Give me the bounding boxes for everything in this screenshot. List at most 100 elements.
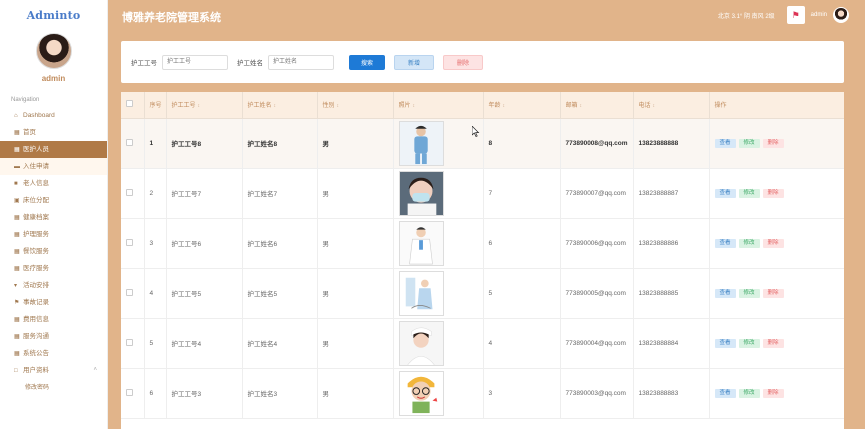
top-bar: 博雅养老院管理系统 北京 3.1° 阴 南风 2级 ⚑ admin [108, 0, 865, 30]
cell-phone: 13823888884 [633, 318, 710, 369]
col-header-email[interactable]: 邮箱 ↕ [560, 92, 634, 119]
cell-no: 4 [144, 268, 167, 319]
delete-button[interactable]: 删除 [762, 338, 784, 348]
sidebar-item-4[interactable]: ■ 老人信息 [0, 175, 107, 192]
sidebar-item-6[interactable]: ▦ 健康档案 [0, 209, 107, 226]
cell-no: 5 [144, 318, 167, 369]
sidebar-item-12[interactable]: ▦ 费用信息 [0, 311, 107, 328]
app-logo[interactable]: Adminto [0, 0, 107, 28]
cell-actions: 查看 修改 删除 [709, 318, 844, 369]
cell-gender: 男 [317, 368, 394, 419]
sidebar-item-label: 健康档案 [23, 214, 49, 221]
sidebar-item-change-password[interactable]: 修改密码 [0, 379, 107, 397]
table-row[interactable]: 2 护工工号7 护工姓名7 男 7 773890007@qq.com 13823888887… [121, 168, 844, 219]
row-checkbox[interactable] [121, 368, 145, 419]
col-header-age[interactable]: 年龄 ↕ [483, 92, 561, 119]
sidebar-item-label: 首页 [23, 129, 36, 136]
caregiver-name-label: 护工姓名 [237, 60, 263, 67]
pin-icon: ▾ [14, 282, 18, 289]
sidebar-item-label: 用户资料 [23, 367, 49, 374]
sidebar-item-1[interactable]: ▦ 首页 [0, 124, 107, 141]
notification-bell-icon[interactable]: ⚑ [786, 6, 805, 24]
row-checkbox[interactable] [121, 168, 145, 219]
cell-photo[interactable] [393, 118, 484, 169]
flag-icon: ⚑ [14, 299, 20, 306]
col-header-photo[interactable]: 照片 ↕ [393, 92, 484, 119]
cell-id: 护工工号7 [166, 168, 243, 219]
select-all-checkbox[interactable] [121, 92, 145, 119]
batch-delete-button[interactable]: 删除 [443, 54, 483, 70]
top-username[interactable]: admin [811, 12, 827, 18]
table-row[interactable]: 6 护工工号3 护工姓名3 男 3 773890003@qq.com 13823888883… [121, 368, 844, 419]
delete-button[interactable]: 删除 [762, 388, 784, 398]
cell-age: 6 [483, 218, 561, 269]
table-header-row: 序号 护工工号 ↕ 护工姓名 ↕ 性别 ↕ 照片 ↕ 年龄 ↕ 邮箱 ↕ 电话 ↕ 操作 [121, 92, 844, 119]
edit-button[interactable]: 修改 [738, 388, 760, 398]
view-button[interactable]: 查看 [714, 288, 736, 298]
cell-photo[interactable] [393, 368, 484, 419]
add-button[interactable]: 新增 [394, 54, 434, 70]
grid-icon: ▦ [14, 129, 20, 136]
cell-id: 护工工号4 [166, 318, 243, 369]
delete-button[interactable]: 删除 [762, 138, 784, 148]
edit-button[interactable]: 修改 [738, 238, 760, 248]
row-checkbox[interactable] [121, 268, 145, 319]
table-row[interactable]: 1 护工工号8 护工姓名8 男 8 773890008@qq.com 13823888888… [121, 118, 844, 169]
row-checkbox[interactable] [121, 218, 145, 269]
system-title: 博雅养老院管理系统 [122, 12, 221, 24]
sidebar-item-label: 床位分配 [23, 197, 49, 204]
view-button[interactable]: 查看 [714, 188, 736, 198]
view-button[interactable]: 查看 [714, 138, 736, 148]
delete-button[interactable]: 删除 [762, 238, 784, 248]
sidebar-item-11[interactable]: ⚑ 事故记录 [0, 294, 107, 311]
table-row[interactable]: 5 护工工号4 护工姓名4 男 4 773890004@qq.com 13823888884… [121, 318, 844, 369]
sidebar-item-label: 护理服务 [23, 231, 49, 238]
edit-button[interactable]: 修改 [738, 338, 760, 348]
row-checkbox[interactable] [121, 118, 145, 169]
sidebar-item-0[interactable]: ⌂ Dashboard [0, 107, 107, 124]
delete-button[interactable]: 删除 [762, 188, 784, 198]
caregiver-id-input[interactable] [162, 54, 228, 70]
cell-photo[interactable] [393, 268, 484, 319]
sidebar-item-13[interactable]: ▦ 服务沟通 [0, 328, 107, 345]
cell-photo[interactable] [393, 168, 484, 219]
cell-no: 2 [144, 168, 167, 219]
sidebar-item-2[interactable]: ▦ 医护人员 [0, 141, 107, 158]
cell-email: 773890008@qq.com [560, 118, 634, 169]
col-header-phone[interactable]: 电话 ↕ [633, 92, 710, 119]
sort-icon: ↕ [412, 103, 416, 110]
row-checkbox[interactable] [121, 318, 145, 369]
sidebar-item-15[interactable]: □ 用户资料 ˄ [0, 362, 107, 379]
sidebar-item-8[interactable]: ▦ 餐饮服务 [0, 243, 107, 260]
table-row[interactable]: 3 护工工号6 护工姓名6 男 6 773890006@qq.com 13823888886… [121, 218, 844, 269]
sidebar-item-10[interactable]: ▾ 活动安排 [0, 277, 107, 294]
table-row[interactable]: 4 护工工号5 护工姓名5 男 5 773890005@qq.com 13823888885… [121, 268, 844, 319]
cell-actions: 查看 修改 删除 [709, 368, 844, 419]
sidebar-item-9[interactable]: ▦ 医疗服务 [0, 260, 107, 277]
cell-age: 3 [483, 368, 561, 419]
col-header-name[interactable]: 护工姓名 ↕ [242, 92, 318, 119]
sidebar-item-3[interactable]: ▬ 入住申请 [0, 158, 107, 175]
edit-button[interactable]: 修改 [738, 288, 760, 298]
search-button[interactable]: 搜索 [349, 54, 385, 70]
cell-photo[interactable] [393, 318, 484, 369]
chevron-up-icon[interactable]: ˄ [93, 362, 97, 379]
view-button[interactable]: 查看 [714, 338, 736, 348]
top-avatar[interactable] [833, 7, 849, 23]
caregiver-name-input[interactable] [268, 54, 334, 70]
delete-button[interactable]: 删除 [762, 288, 784, 298]
edit-button[interactable]: 修改 [738, 138, 760, 148]
cell-photo[interactable] [393, 218, 484, 269]
sidebar-item-label: 医护人员 [23, 146, 49, 153]
col-header-gender[interactable]: 性别 ↕ [317, 92, 394, 119]
sidebar-item-5[interactable]: ▣ 床位分配 [0, 192, 107, 209]
cell-name: 护工姓名5 [242, 268, 318, 319]
view-button[interactable]: 查看 [714, 388, 736, 398]
cell-email: 773890007@qq.com [560, 168, 634, 219]
col-header-id[interactable]: 护工工号 ↕ [166, 92, 243, 119]
sidebar-item-label: 服务沟通 [23, 333, 49, 340]
view-button[interactable]: 查看 [714, 238, 736, 248]
sidebar-item-14[interactable]: ▦ 系统公告 [0, 345, 107, 362]
sidebar-item-7[interactable]: ▦ 护理服务 [0, 226, 107, 243]
edit-button[interactable]: 修改 [738, 188, 760, 198]
